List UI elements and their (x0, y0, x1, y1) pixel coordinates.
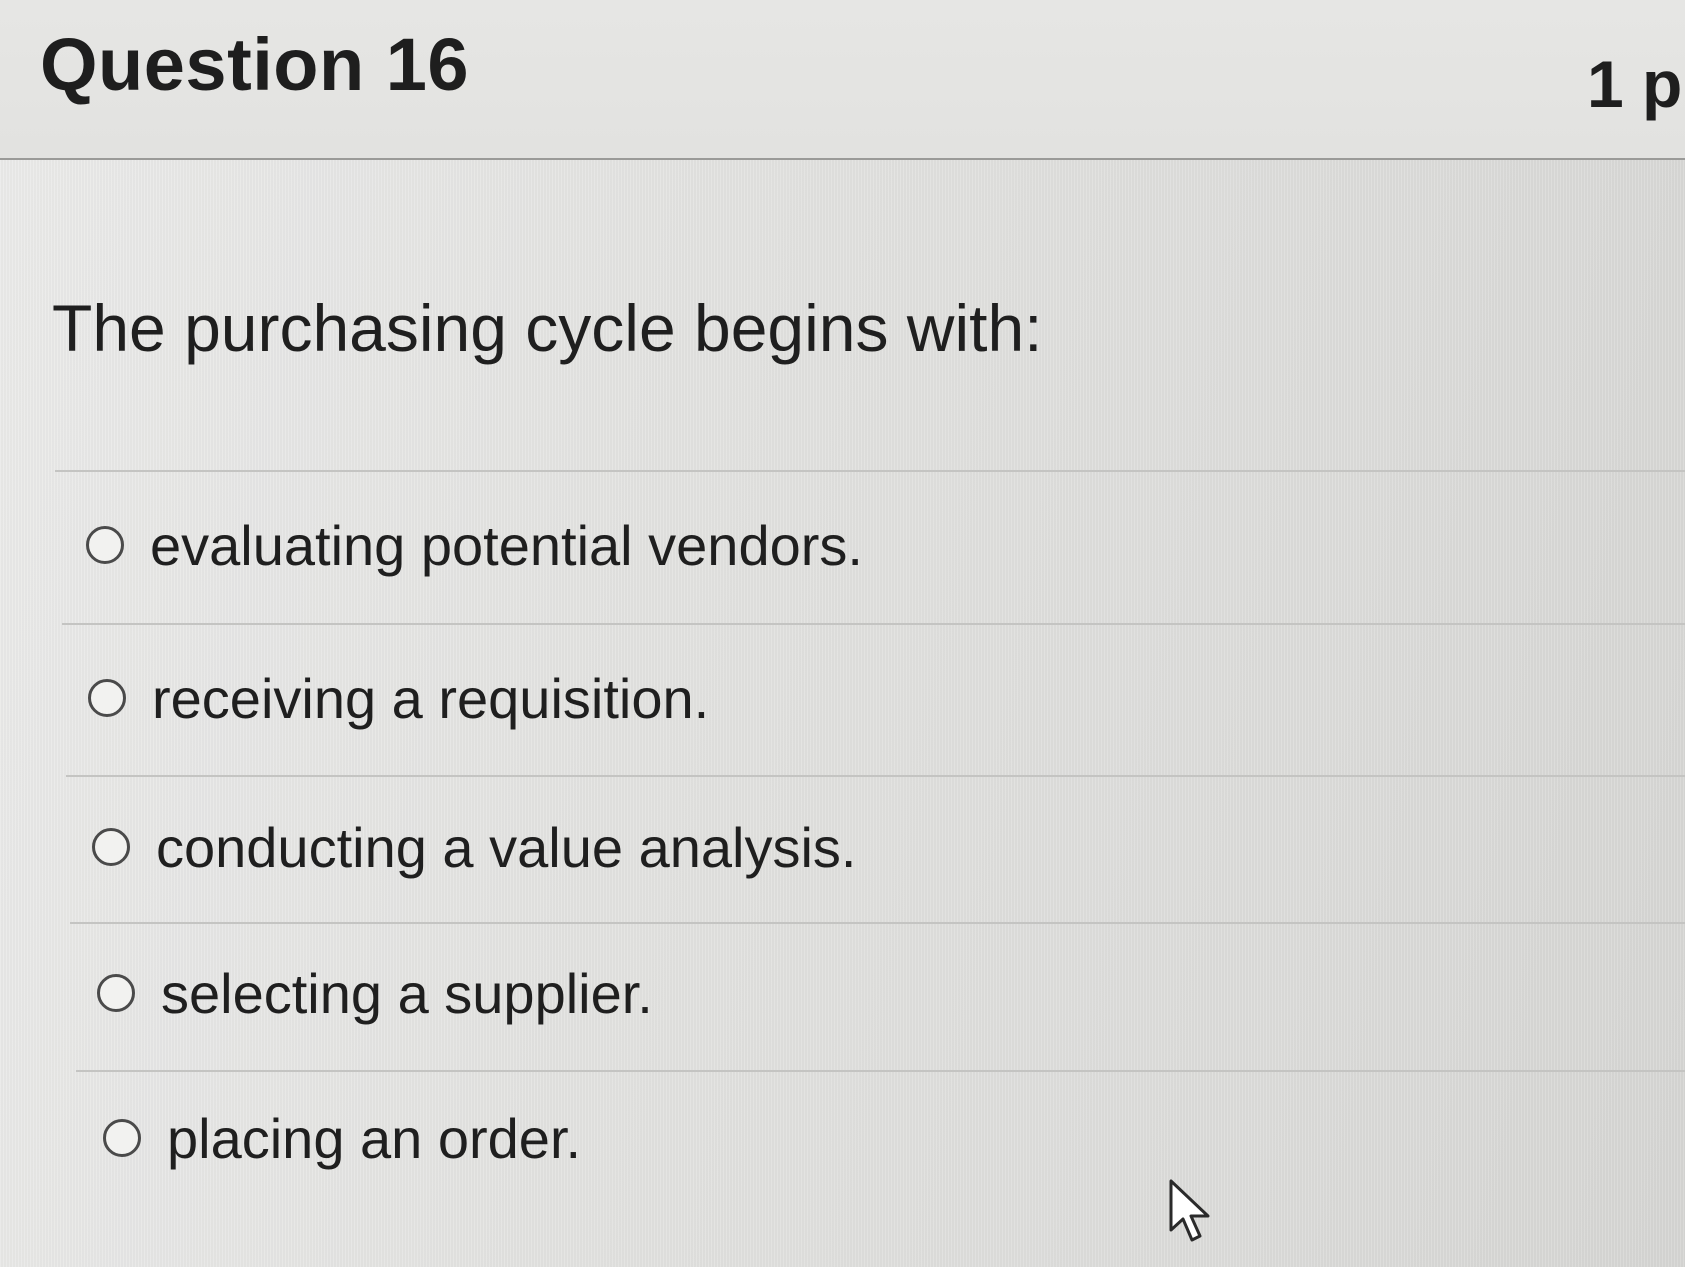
answer-option-4[interactable]: selecting a supplier. (97, 958, 653, 1028)
question-header: Question 16 1 p (0, 0, 1685, 160)
question-text: The purchasing cycle begins with: (52, 291, 1043, 365)
divider (62, 623, 1685, 625)
radio-button[interactable] (103, 1119, 141, 1157)
answer-label: evaluating potential vendors. (150, 513, 863, 577)
radio-button[interactable] (88, 679, 126, 717)
divider (70, 922, 1685, 924)
radio-button[interactable] (92, 828, 130, 866)
divider (55, 470, 1685, 472)
answer-option-1[interactable]: evaluating potential vendors. (86, 510, 863, 580)
answer-label: selecting a supplier. (161, 961, 653, 1025)
answer-label: receiving a requisition. (152, 666, 710, 730)
answer-option-3[interactable]: conducting a value analysis. (92, 812, 856, 882)
radio-button[interactable] (97, 974, 135, 1012)
answer-option-5[interactable]: placing an order. (103, 1103, 581, 1173)
answer-label: conducting a value analysis. (156, 815, 857, 879)
question-points: 1 p (1587, 47, 1683, 121)
divider (66, 775, 1685, 777)
question-title: Question 16 (40, 23, 470, 106)
answer-option-2[interactable]: receiving a requisition. (88, 663, 709, 733)
divider (76, 1070, 1685, 1072)
radio-button[interactable] (86, 526, 124, 564)
quiz-page: Question 16 1 p The purchasing cycle beg… (0, 0, 1685, 1267)
answer-label: placing an order. (167, 1106, 582, 1170)
mouse-pointer-icon (1169, 1179, 1210, 1242)
